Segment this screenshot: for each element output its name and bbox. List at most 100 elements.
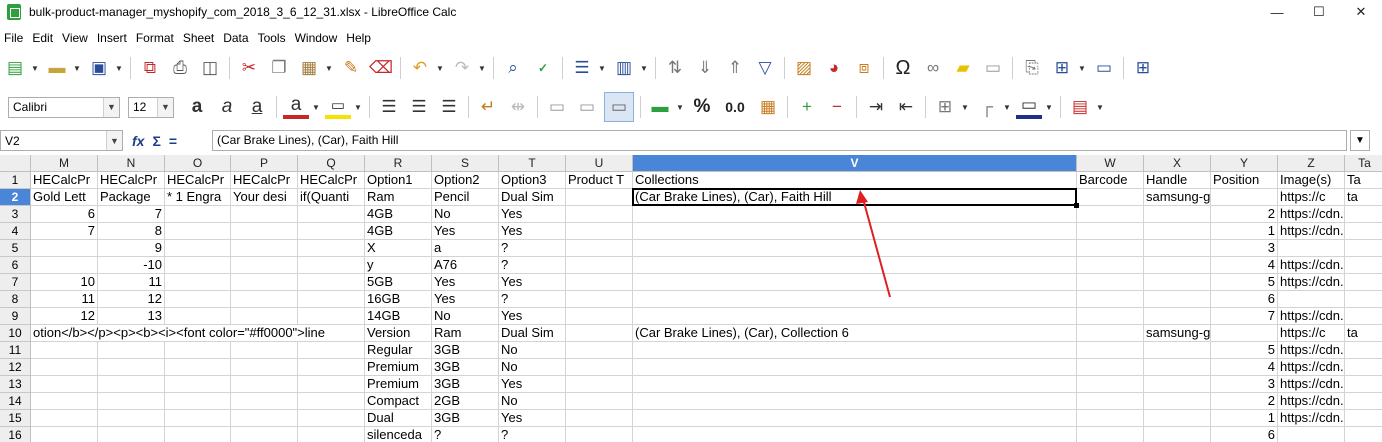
cell-n14[interactable]	[98, 393, 165, 410]
print-preview-icon[interactable]: ◫	[197, 55, 223, 81]
cell-w3[interactable]	[1077, 206, 1144, 223]
open-folder-icon[interactable]: ▬	[44, 55, 70, 81]
paste-icon[interactable]: ▦	[296, 55, 322, 81]
cell-s8[interactable]: Yes	[432, 291, 499, 308]
cell-p2[interactable]: Your desi	[231, 189, 298, 206]
cell-n12[interactable]	[98, 359, 165, 376]
cell-n13[interactable]	[98, 376, 165, 393]
cell-q3[interactable]	[298, 206, 365, 223]
cell-m14[interactable]	[31, 393, 98, 410]
underline-icon[interactable]: a	[244, 94, 270, 120]
cell-w6[interactable]	[1077, 257, 1144, 274]
sort-ascending-icon[interactable]: ⇑	[722, 55, 748, 81]
cell-o9[interactable]	[165, 308, 231, 325]
cell-w2[interactable]	[1077, 189, 1144, 206]
menu-view[interactable]: View	[58, 31, 93, 45]
cell-r13[interactable]: Premium	[365, 376, 432, 393]
cell-p14[interactable]	[231, 393, 298, 410]
freeze-rows-columns-icon[interactable]: ⊞	[1049, 55, 1075, 81]
cell-x4[interactable]	[1144, 223, 1211, 240]
cell-r15[interactable]: Dual	[365, 410, 432, 427]
copy-icon[interactable]: ❐	[266, 55, 292, 81]
clone-formatting-icon[interactable]: ✎	[338, 55, 364, 81]
cell-y11[interactable]: 5	[1211, 342, 1278, 359]
redo-icon[interactable]: ↷	[449, 55, 475, 81]
autofilter-icon[interactable]: ▽	[752, 55, 778, 81]
cell-x15[interactable]	[1144, 410, 1211, 427]
cell-t9[interactable]: Yes	[499, 308, 566, 325]
cell-y8[interactable]: 6	[1211, 291, 1278, 308]
cell-v10[interactable]: (Car Brake Lines), (Car), Collection 6	[633, 325, 1077, 342]
export-pdf-icon[interactable]: ⧉	[137, 55, 163, 81]
row-header-1[interactable]: 1	[0, 172, 31, 189]
cell-m8[interactable]: 11	[31, 291, 98, 308]
column-dropdown[interactable]: ▼	[639, 55, 649, 81]
paste-dropdown[interactable]: ▼	[324, 55, 334, 81]
cell-x10[interactable]: samsung-galaxy-no	[1144, 325, 1211, 342]
cell-y1[interactable]: Position	[1211, 172, 1278, 189]
cell-aa1[interactable]: Ta	[1345, 172, 1382, 189]
cell-r5[interactable]: X	[365, 240, 432, 257]
cell-q5[interactable]	[298, 240, 365, 257]
conditional-dropdown[interactable]: ▼	[1095, 94, 1105, 120]
border-style-dropdown[interactable]: ▼	[1002, 94, 1012, 120]
decrease-indent-icon[interactable]: ⇤	[893, 94, 919, 120]
cell-q2[interactable]: if(Quanti	[298, 189, 365, 206]
hyperlink-icon[interactable]: ∞	[920, 55, 946, 81]
cell-p3[interactable]	[231, 206, 298, 223]
cell-o5[interactable]	[165, 240, 231, 257]
cell-y2[interactable]	[1211, 189, 1278, 206]
menu-tools[interactable]: Tools	[254, 31, 291, 45]
cell-t13[interactable]: Yes	[499, 376, 566, 393]
cell-z4[interactable]: https://cdn.s	[1278, 223, 1345, 240]
cell-s10[interactable]: Ram	[432, 325, 499, 342]
cell-x9[interactable]	[1144, 308, 1211, 325]
split-window-icon[interactable]: ▭	[1091, 55, 1117, 81]
cell-v3[interactable]	[633, 206, 1077, 223]
cell-p13[interactable]	[231, 376, 298, 393]
cell-p16[interactable]	[231, 427, 298, 442]
cell-y16[interactable]: 6	[1211, 427, 1278, 442]
cell-u2[interactable]	[566, 189, 633, 206]
cell-o13[interactable]	[165, 376, 231, 393]
cell-s7[interactable]: Yes	[432, 274, 499, 291]
cell-aa11[interactable]	[1345, 342, 1382, 359]
row-header-5[interactable]: 5	[0, 240, 31, 257]
cell-z5[interactable]	[1278, 240, 1345, 257]
cell-u5[interactable]	[566, 240, 633, 257]
delete-decimal-icon[interactable]: −	[824, 94, 850, 120]
cell-u13[interactable]	[566, 376, 633, 393]
cell-n7[interactable]: 11	[98, 274, 165, 291]
cell-v14[interactable]	[633, 393, 1077, 410]
cell-z16[interactable]	[1278, 427, 1345, 442]
cell-m16[interactable]	[31, 427, 98, 442]
cell-x1[interactable]: Handle	[1144, 172, 1211, 189]
cell-p1[interactable]: HECalcPr	[231, 172, 298, 189]
cell-x14[interactable]	[1144, 393, 1211, 410]
border-color-icon[interactable]: ▭	[1016, 95, 1042, 119]
cell-w1[interactable]: Barcode	[1077, 172, 1144, 189]
row-header-6[interactable]: 6	[0, 257, 31, 274]
cell-x8[interactable]	[1144, 291, 1211, 308]
row-header-7[interactable]: 7	[0, 274, 31, 291]
cell-q6[interactable]	[298, 257, 365, 274]
cell-r8[interactable]: 16GB	[365, 291, 432, 308]
sort-descending-icon[interactable]: ⇓	[692, 55, 718, 81]
cell-o6[interactable]	[165, 257, 231, 274]
cell-q4[interactable]	[298, 223, 365, 240]
spellcheck-icon[interactable]: ✓	[530, 55, 556, 81]
column-header-s[interactable]: S	[432, 155, 499, 172]
insert-image-icon[interactable]: ▨	[791, 55, 817, 81]
menu-data[interactable]: Data	[219, 31, 253, 45]
row-header-14[interactable]: 14	[0, 393, 31, 410]
cell-t10[interactable]: Dual Sim	[499, 325, 566, 342]
insert-chart-icon[interactable]: ◕	[821, 55, 847, 81]
increase-indent-icon[interactable]: ⇥	[863, 94, 889, 120]
cell-o8[interactable]	[165, 291, 231, 308]
select-all-corner[interactable]	[0, 155, 31, 172]
cell-w8[interactable]	[1077, 291, 1144, 308]
menu-help[interactable]: Help	[342, 31, 376, 45]
cell-m15[interactable]	[31, 410, 98, 427]
wrap-text-icon[interactable]: ↵	[475, 94, 501, 120]
column-header-v[interactable]: V	[633, 155, 1077, 172]
